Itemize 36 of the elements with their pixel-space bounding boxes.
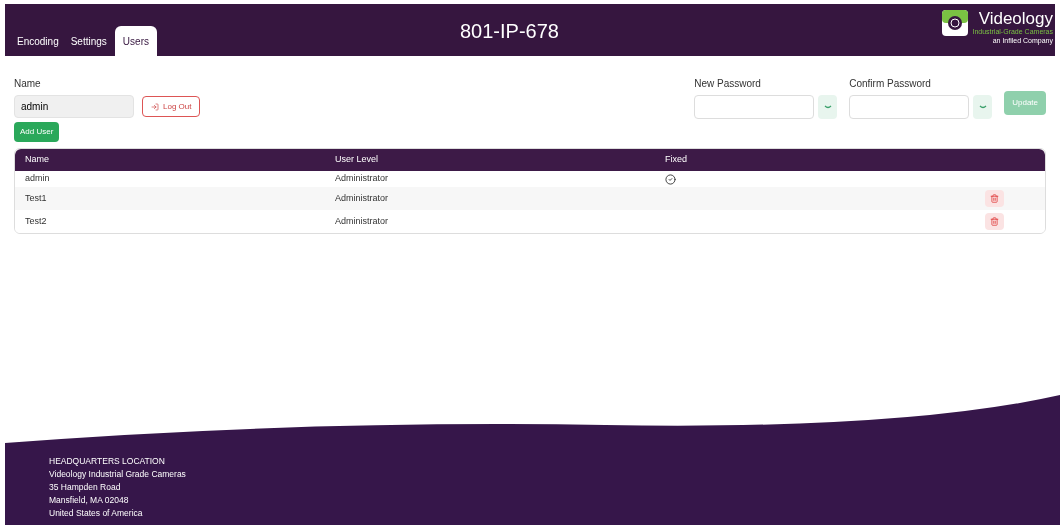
delete-button[interactable] <box>985 213 1004 230</box>
address-line: Mansfield, MA 02048 <box>49 494 130 507</box>
logo-name: Videology <box>978 10 1053 27</box>
table-cell-text: admin <box>24 172 51 186</box>
address-line: 35 Hampden Road <box>49 481 122 494</box>
nav-tab[interactable]: Encoding <box>13 26 63 56</box>
table-cell-text: Test1 <box>24 191 48 205</box>
nav-tab[interactable]: Users <box>114 26 157 56</box>
address-line: HEADQUARTERS LOCATION <box>49 455 166 468</box>
closed-eye-icon <box>823 105 832 109</box>
field-label: Name <box>14 77 42 91</box>
address-line: Videology Industrial Grade Cameras <box>49 468 186 481</box>
password-field[interactable] <box>849 95 970 119</box>
column-header: Fixed <box>665 153 688 167</box>
nav-tab[interactable]: Settings <box>66 26 111 56</box>
table-cell-text: Administrator <box>335 172 389 186</box>
field-label: New Password <box>694 77 762 91</box>
table-cell-text: Administrator <box>335 214 389 228</box>
log-out-icon <box>151 102 159 111</box>
address-line: United States of America <box>49 507 144 520</box>
camera-logo-icon <box>942 10 969 36</box>
device-title: 801-IP-678 <box>460 19 559 44</box>
table-cell-text: Test2 <box>24 214 48 228</box>
show-password-button[interactable] <box>818 95 838 119</box>
trash-icon <box>990 217 999 226</box>
table-cell-text: Administrator <box>335 191 389 205</box>
closed-eye-icon <box>978 105 987 109</box>
field-label: Confirm Password <box>849 77 932 91</box>
log-out-button[interactable]: Log Out <box>142 96 201 117</box>
column-header: User Level <box>335 153 380 167</box>
column-header: Name <box>24 153 50 167</box>
show-password-button[interactable] <box>973 95 993 119</box>
name-field[interactable]: admin <box>14 95 134 118</box>
trash-icon <box>990 194 999 203</box>
delete-button[interactable] <box>985 190 1004 207</box>
password-field[interactable] <box>694 95 815 119</box>
